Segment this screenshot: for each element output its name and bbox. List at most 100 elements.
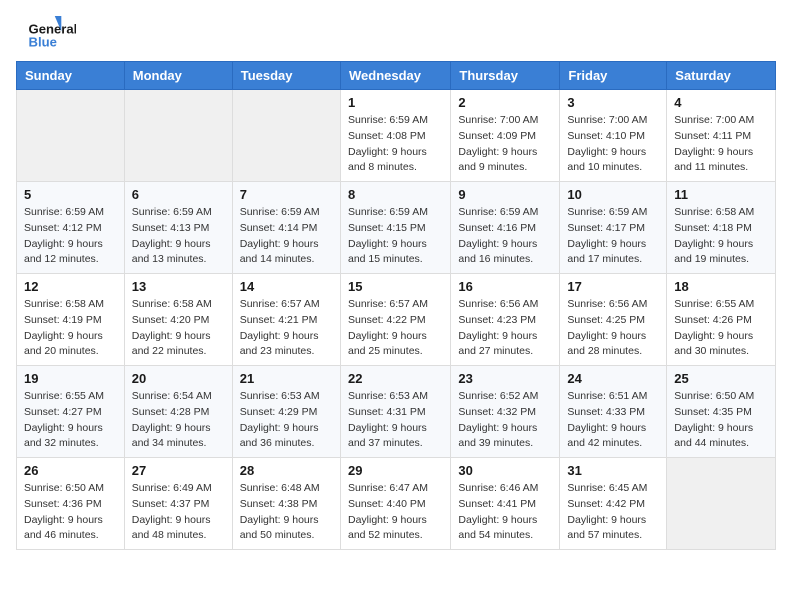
- day-number: 22: [348, 371, 443, 386]
- day-number: 20: [132, 371, 225, 386]
- day-info: Sunrise: 6:59 AMSunset: 4:17 PMDaylight:…: [567, 205, 659, 268]
- day-number: 31: [567, 463, 659, 478]
- day-cell: 17Sunrise: 6:56 AMSunset: 4:25 PMDayligh…: [560, 274, 667, 366]
- day-number: 6: [132, 187, 225, 202]
- day-number: 8: [348, 187, 443, 202]
- day-cell: 19 Sunrise: 6:55 AMSunset: 4:27 PMDayligh…: [17, 366, 125, 458]
- day-number: 18: [674, 279, 768, 294]
- day-info: Sunrise: 6:58 AMSunset: 4:20 PMDaylight:…: [132, 297, 225, 360]
- day-number: 9: [458, 187, 552, 202]
- day-number: 30: [458, 463, 552, 478]
- day-cell: 13 Sunrise: 6:58 AMSunset: 4:20 PMDayligh…: [124, 274, 232, 366]
- day-info: Sunrise: 6:45 AMSunset: 4:42 PMDaylight:…: [567, 481, 659, 544]
- day-cell: 12 Sunrise: 6:58 AMSunset: 4:19 PMDayligh…: [17, 274, 125, 366]
- day-number: 28: [240, 463, 333, 478]
- day-number: 12: [24, 279, 117, 294]
- calendar: SundayMondayTuesdayWednesdayThursdayFrid…: [16, 61, 776, 550]
- day-info: Sunrise: 6:57 AMSunset: 4:22 PMDaylight:…: [348, 297, 443, 360]
- day-cell: 9 Sunrise: 6:59 AMSunset: 4:16 PMDaylight…: [451, 182, 560, 274]
- weekday-header-wednesday: Wednesday: [340, 62, 450, 90]
- day-info: Sunrise: 6:52 AMSunset: 4:32 PMDaylight:…: [458, 389, 552, 452]
- day-cell: 30 Sunrise: 6:46 AMSunset: 4:41 PMDayligh…: [451, 458, 560, 550]
- day-cell: 4 Sunrise: 7:00 AMSunset: 4:11 PMDaylight…: [667, 90, 776, 182]
- logo: GeneralBlue: [16, 16, 76, 51]
- day-cell: [232, 90, 340, 182]
- day-cell: 29 Sunrise: 6:47 AMSunset: 4:40 PMDayligh…: [340, 458, 450, 550]
- weekday-header-sunday: Sunday: [17, 62, 125, 90]
- header: GeneralBlue: [16, 16, 776, 51]
- day-info: Sunrise: 6:57 AMSunset: 4:21 PMDaylight:…: [240, 297, 333, 360]
- day-cell: 27 Sunrise: 6:49 AMSunset: 4:37 PMDayligh…: [124, 458, 232, 550]
- week-row-2: 5 Sunrise: 6:59 AMSunset: 4:12 PMDaylight…: [17, 182, 776, 274]
- day-info: Sunrise: 6:59 AMSunset: 4:14 PMDaylight:…: [240, 205, 333, 268]
- weekday-header-row: SundayMondayTuesdayWednesdayThursdayFrid…: [17, 62, 776, 90]
- day-number: 29: [348, 463, 443, 478]
- day-cell: 14 Sunrise: 6:57 AMSunset: 4:21 PMDayligh…: [232, 274, 340, 366]
- day-number: 17: [567, 279, 659, 294]
- day-info: Sunrise: 6:47 AMSunset: 4:40 PMDaylight:…: [348, 481, 443, 544]
- day-cell: 8 Sunrise: 6:59 AMSunset: 4:15 PMDaylight…: [340, 182, 450, 274]
- day-info: Sunrise: 6:59 AMSunset: 4:15 PMDaylight:…: [348, 205, 443, 268]
- day-info: Sunrise: 6:58 AMSunset: 4:19 PMDaylight:…: [24, 297, 117, 360]
- day-number: 4: [674, 95, 768, 110]
- day-number: 16: [458, 279, 552, 294]
- day-cell: 15 Sunrise: 6:57 AMSunset: 4:22 PMDayligh…: [340, 274, 450, 366]
- day-number: 25: [674, 371, 768, 386]
- day-cell: 6 Sunrise: 6:59 AMSunset: 4:13 PMDaylight…: [124, 182, 232, 274]
- day-info: Sunrise: 6:54 AMSunset: 4:28 PMDaylight:…: [132, 389, 225, 452]
- day-cell: 25 Sunrise: 6:50 AMSunset: 4:35 PMDayligh…: [667, 366, 776, 458]
- weekday-header-tuesday: Tuesday: [232, 62, 340, 90]
- day-cell: 23Sunrise: 6:52 AMSunset: 4:32 PMDayligh…: [451, 366, 560, 458]
- day-info: Sunrise: 6:58 AMSunset: 4:18 PMDaylight:…: [674, 205, 768, 268]
- day-cell: 21Sunrise: 6:53 AMSunset: 4:29 PMDayligh…: [232, 366, 340, 458]
- day-number: 7: [240, 187, 333, 202]
- day-number: 11: [674, 187, 768, 202]
- day-number: 5: [24, 187, 117, 202]
- day-number: 19: [24, 371, 117, 386]
- day-info: Sunrise: 6:56 AMSunset: 4:23 PMDaylight:…: [458, 297, 552, 360]
- day-cell: 10 Sunrise: 6:59 AMSunset: 4:17 PMDayligh…: [560, 182, 667, 274]
- day-number: 14: [240, 279, 333, 294]
- day-info: Sunrise: 6:49 AMSunset: 4:37 PMDaylight:…: [132, 481, 225, 544]
- week-row-4: 19 Sunrise: 6:55 AMSunset: 4:27 PMDayligh…: [17, 366, 776, 458]
- day-cell: [17, 90, 125, 182]
- day-number: 1: [348, 95, 443, 110]
- day-info: Sunrise: 6:59 AMSunset: 4:16 PMDaylight:…: [458, 205, 552, 268]
- day-number: 27: [132, 463, 225, 478]
- day-info: Sunrise: 6:59 AMSunset: 4:12 PMDaylight:…: [24, 205, 117, 268]
- day-info: Sunrise: 6:50 AMSunset: 4:36 PMDaylight:…: [24, 481, 117, 544]
- day-cell: [124, 90, 232, 182]
- day-info: Sunrise: 6:55 AMSunset: 4:27 PMDaylight:…: [24, 389, 117, 452]
- day-info: Sunrise: 6:46 AMSunset: 4:41 PMDaylight:…: [458, 481, 552, 544]
- day-number: 13: [132, 279, 225, 294]
- week-row-1: 1Sunrise: 6:59 AMSunset: 4:08 PMDaylight…: [17, 90, 776, 182]
- day-cell: 5 Sunrise: 6:59 AMSunset: 4:12 PMDaylight…: [17, 182, 125, 274]
- day-info: Sunrise: 7:00 AMSunset: 4:10 PMDaylight:…: [567, 113, 659, 176]
- day-number: 15: [348, 279, 443, 294]
- week-row-5: 26 Sunrise: 6:50 AMSunset: 4:36 PMDayligh…: [17, 458, 776, 550]
- day-cell: 11 Sunrise: 6:58 AMSunset: 4:18 PMDayligh…: [667, 182, 776, 274]
- day-number: 10: [567, 187, 659, 202]
- day-cell: [667, 458, 776, 550]
- weekday-header-friday: Friday: [560, 62, 667, 90]
- day-cell: 20 Sunrise: 6:54 AMSunset: 4:28 PMDayligh…: [124, 366, 232, 458]
- day-cell: 28Sunrise: 6:48 AMSunset: 4:38 PMDayligh…: [232, 458, 340, 550]
- day-cell: 26 Sunrise: 6:50 AMSunset: 4:36 PMDayligh…: [17, 458, 125, 550]
- day-cell: 22Sunrise: 6:53 AMSunset: 4:31 PMDayligh…: [340, 366, 450, 458]
- day-info: Sunrise: 7:00 AMSunset: 4:11 PMDaylight:…: [674, 113, 768, 176]
- day-info: Sunrise: 6:50 AMSunset: 4:35 PMDaylight:…: [674, 389, 768, 452]
- weekday-header-saturday: Saturday: [667, 62, 776, 90]
- day-cell: 18 Sunrise: 6:55 AMSunset: 4:26 PMDayligh…: [667, 274, 776, 366]
- svg-text:Blue: Blue: [29, 35, 57, 50]
- day-number: 3: [567, 95, 659, 110]
- day-number: 26: [24, 463, 117, 478]
- day-info: Sunrise: 6:51 AMSunset: 4:33 PMDaylight:…: [567, 389, 659, 452]
- day-info: Sunrise: 6:53 AMSunset: 4:29 PMDaylight:…: [240, 389, 333, 452]
- day-info: Sunrise: 6:55 AMSunset: 4:26 PMDaylight:…: [674, 297, 768, 360]
- day-cell: 2Sunrise: 7:00 AMSunset: 4:09 PMDaylight…: [451, 90, 560, 182]
- day-cell: 3 Sunrise: 7:00 AMSunset: 4:10 PMDaylight…: [560, 90, 667, 182]
- day-number: 24: [567, 371, 659, 386]
- day-cell: 24 Sunrise: 6:51 AMSunset: 4:33 PMDayligh…: [560, 366, 667, 458]
- day-info: Sunrise: 6:59 AMSunset: 4:13 PMDaylight:…: [132, 205, 225, 268]
- weekday-header-monday: Monday: [124, 62, 232, 90]
